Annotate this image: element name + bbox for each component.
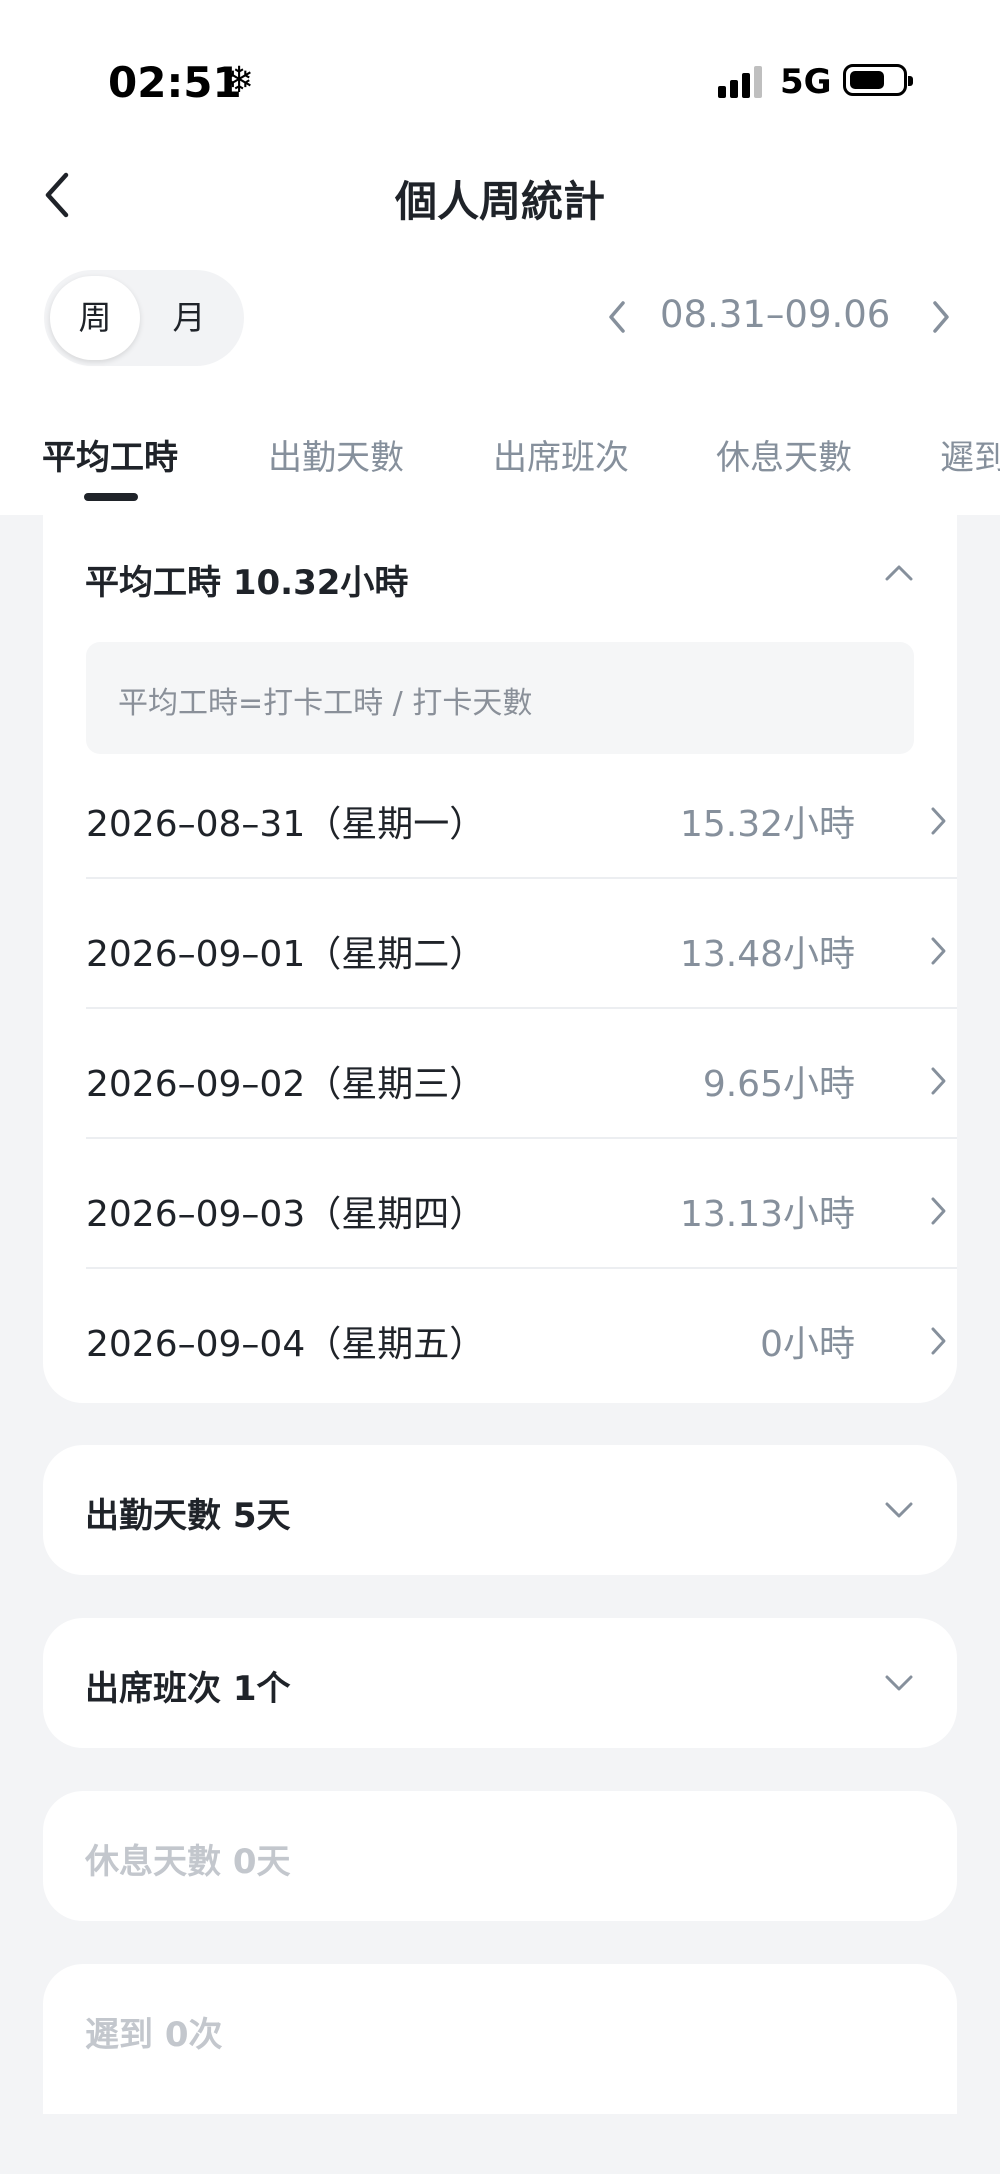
chevron-up-icon[interactable] bbox=[879, 557, 919, 587]
row-hours: 13.13小時 bbox=[679, 1194, 855, 1235]
shifts-title: 出席班次 1个 bbox=[85, 1669, 291, 1709]
late-card: 遲到 0次 bbox=[43, 1964, 957, 2114]
daily-hours-row[interactable]: 2026–09–02（星期三） 9.65小時 bbox=[86, 1015, 957, 1145]
status-time: 02:51 bbox=[108, 58, 242, 107]
tab-attendance-days[interactable]: 出勤天數 bbox=[268, 430, 404, 479]
daily-hours-row[interactable]: 2026–09–04（星期五） 0小時 bbox=[86, 1275, 957, 1405]
chevron-right-icon bbox=[931, 807, 946, 835]
network-type: 5G bbox=[780, 62, 832, 102]
row-hours: 0小時 bbox=[760, 1324, 855, 1365]
toggle-month[interactable]: 月 bbox=[144, 276, 234, 360]
chevron-down-icon bbox=[885, 1675, 913, 1691]
tab-indicator bbox=[84, 493, 138, 501]
chevron-right-icon bbox=[931, 937, 946, 965]
daily-hours-row[interactable]: 2026–09–01（星期二） 13.48小時 bbox=[86, 885, 957, 1015]
tab-rest-days[interactable]: 休息天數 bbox=[716, 430, 852, 479]
next-week-button[interactable] bbox=[920, 292, 960, 342]
chevron-right-icon bbox=[931, 1197, 946, 1225]
row-hours: 15.32小時 bbox=[679, 804, 855, 845]
previous-week-button[interactable] bbox=[598, 292, 638, 342]
average-hours-title[interactable]: 平均工時 10.32小時 bbox=[85, 555, 408, 604]
battery-icon bbox=[843, 64, 913, 96]
late-title: 遲到 0次 bbox=[85, 2015, 223, 2055]
chevron-left-icon bbox=[609, 301, 625, 333]
snowflake-icon: ❄ bbox=[224, 60, 255, 101]
chevron-right-icon bbox=[933, 301, 949, 333]
row-divider bbox=[86, 1267, 957, 1269]
rest-days-title: 休息天數 0天 bbox=[85, 1842, 291, 1882]
formula-box: 平均工時=打卡工時 / 打卡天數 bbox=[86, 642, 914, 754]
tab-average-hours[interactable]: 平均工時 bbox=[42, 430, 178, 479]
period-toggle: 周 月 bbox=[44, 270, 244, 366]
chevron-right-icon bbox=[931, 1327, 946, 1355]
tab-late[interactable]: 遲到 bbox=[940, 430, 1000, 479]
row-hours: 13.48小時 bbox=[679, 934, 855, 975]
status-bar: 02:51 ❄ 5G bbox=[0, 0, 1000, 160]
rest-days-card: 休息天數 0天 bbox=[43, 1791, 957, 1921]
row-divider bbox=[86, 877, 957, 879]
row-date: 2026–08–31（星期一） bbox=[86, 804, 486, 845]
daily-hours-row[interactable]: 2026–08–31（星期一） 15.32小時 bbox=[86, 755, 957, 885]
average-hours-card: 平均工時 10.32小時 平均工時=打卡工時 / 打卡天數 2026–08–31… bbox=[43, 515, 957, 1403]
row-hours: 9.65小時 bbox=[702, 1064, 855, 1105]
chevron-down-icon bbox=[885, 1502, 913, 1518]
cellular-signal-icon bbox=[718, 66, 766, 98]
attendance-days-card[interactable]: 出勤天數 5天 bbox=[43, 1445, 957, 1575]
row-date: 2026–09–03（星期四） bbox=[86, 1194, 486, 1235]
page-title: 個人周統計 bbox=[394, 177, 605, 226]
daily-hours-row[interactable]: 2026–09–03（星期四） 13.13小時 bbox=[86, 1145, 957, 1275]
stats-tabs: 平均工時 出勤天數 出席班次 休息天數 遲到 bbox=[0, 420, 1000, 510]
tab-shifts[interactable]: 出席班次 bbox=[493, 430, 629, 479]
row-divider bbox=[86, 1137, 957, 1139]
row-date: 2026–09–01（星期二） bbox=[86, 934, 486, 975]
date-range-label[interactable]: 08.31–09.06 bbox=[660, 293, 890, 336]
row-date: 2026–09–04（星期五） bbox=[86, 1324, 486, 1365]
toggle-week[interactable]: 周 bbox=[50, 276, 140, 360]
shifts-card[interactable]: 出席班次 1个 bbox=[43, 1618, 957, 1748]
row-date: 2026–09–02（星期三） bbox=[86, 1064, 486, 1105]
formula-text: 平均工時=打卡工時 / 打卡天數 bbox=[118, 686, 533, 721]
chevron-right-icon bbox=[931, 1067, 946, 1095]
row-divider bbox=[86, 1007, 957, 1009]
attendance-days-title: 出勤天數 5天 bbox=[85, 1496, 291, 1536]
